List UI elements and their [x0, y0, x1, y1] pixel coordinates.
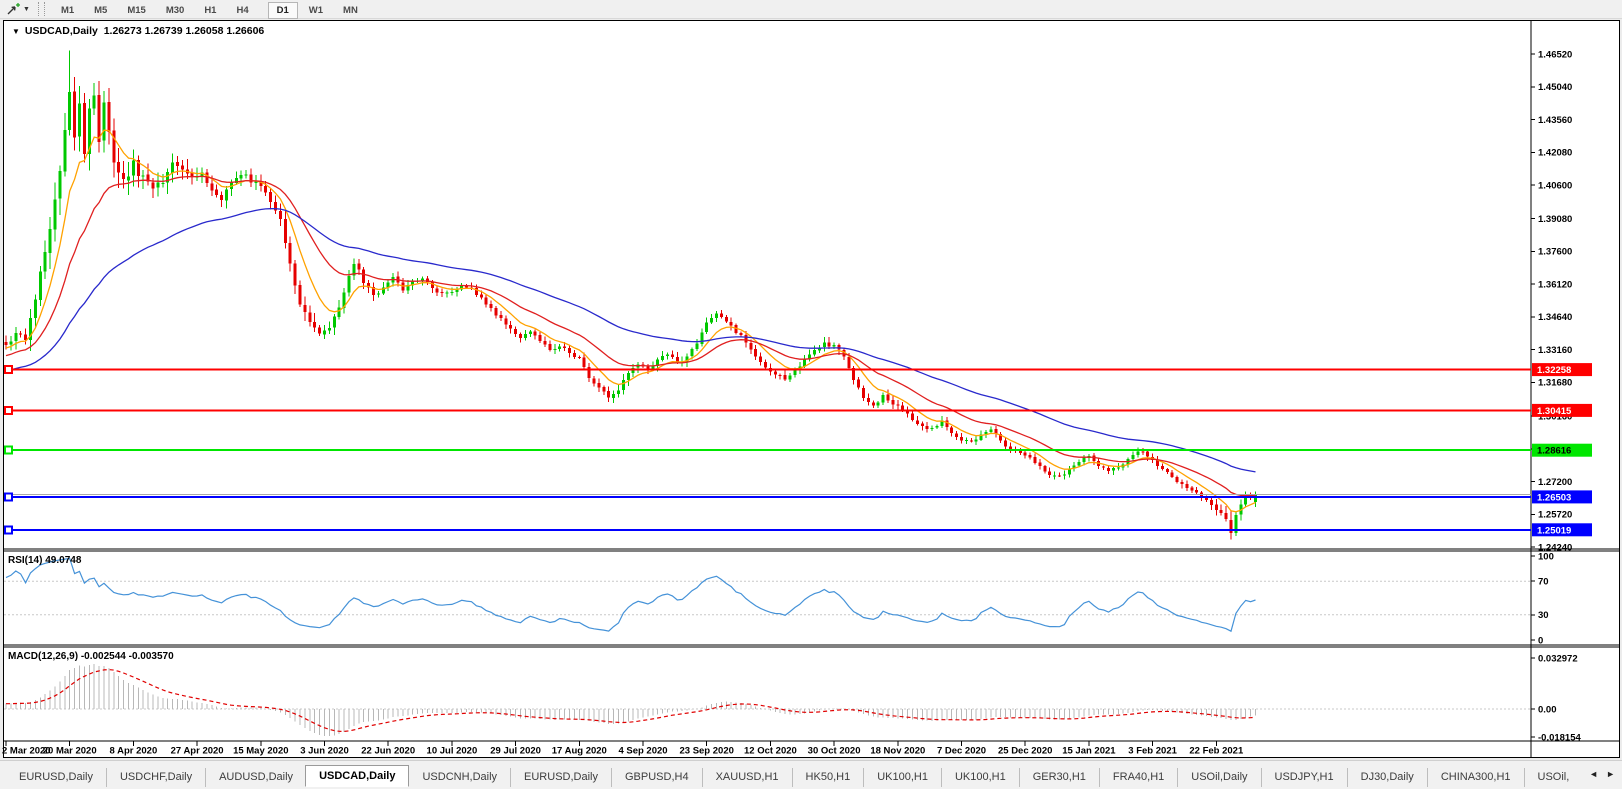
chart-tab-usoil-daily[interactable]: USOil,Daily	[1177, 768, 1260, 787]
chart-canvas: 1.46520 1.45040 1.43560 1.42080 1.40600 1.390…	[2, 20, 1620, 758]
svg-text:1.28616: 1.28616	[1537, 446, 1571, 457]
chart-tab-uk100-h1[interactable]: UK100,H1	[940, 768, 1019, 787]
chart-ohlc-values: 1.26273 1.26739 1.26058 1.26606	[103, 25, 265, 37]
price-axis-label: 1.33160	[1538, 345, 1572, 356]
hline-handle[interactable]	[4, 525, 13, 535]
price-badge-1.30415: 1.30415	[1532, 403, 1592, 417]
chart-tab-bar: EURUSD,Daily USDCHF,Daily AUDUSD,Daily USDC…	[0, 760, 1622, 789]
chart-title-line: ▼ USDCAD,Daily 1.26273 1.26739 1.26058 1.…	[12, 25, 264, 37]
macd-axis-label: -0.018154	[1538, 732, 1582, 743]
date-axis-label: 29 Jul 2020	[490, 746, 541, 757]
chart-tab-usdcnh-daily[interactable]: USDCNH,Daily	[408, 768, 510, 787]
hline-handle[interactable]	[4, 405, 13, 415]
rsi-indicator-label: RSI(14) 49.0748	[8, 555, 81, 566]
hline-handle[interactable]	[4, 492, 13, 502]
macd-current-values: -0.002544 -0.003570	[80, 651, 174, 662]
date-axis-label: 7 Dec 2020	[937, 746, 986, 757]
date-axis-label: 22 Jun 2020	[361, 746, 415, 757]
chart-tab-hk50-h1[interactable]: HK50,H1	[791, 768, 864, 787]
chart-tab-china300-h1[interactable]: CHINA300,H1	[1426, 768, 1524, 787]
price-badge-1.28616: 1.28616	[1532, 443, 1592, 457]
svg-text:1.26503: 1.26503	[1537, 492, 1571, 503]
hline-handle[interactable]	[4, 445, 13, 455]
chart-tabs: EURUSD,Daily USDCHF,Daily AUDUSD,Daily USDC…	[0, 761, 1622, 787]
price-badge-1.26503: 1.26503	[1532, 490, 1592, 504]
tab-scroll-arrows: ◄ ►	[1585, 769, 1619, 779]
price-axis-label: 1.42080	[1538, 148, 1572, 159]
rsi-current-value: 49.0748	[45, 555, 82, 566]
price-axis-label: 1.43560	[1538, 115, 1572, 126]
chart-tab-ger30-h1[interactable]: GER30,H1	[1018, 768, 1099, 787]
price-axis-label: 1.31680	[1538, 378, 1572, 389]
date-axis-label: 20 Mar 2020	[43, 746, 97, 757]
tab-scroll-right-icon[interactable]: ►	[1602, 767, 1619, 781]
macd-name: MACD(12,26,9)	[8, 651, 79, 662]
tab-scroll-left-icon[interactable]: ◄	[1585, 767, 1602, 781]
chart-tab-usdchf-daily[interactable]: USDCHF,Daily	[105, 768, 205, 787]
chart-tab-gbpusd-h4[interactable]: GBPUSD,H4	[611, 768, 702, 787]
price-axis-label: 1.25720	[1538, 510, 1572, 521]
date-axis-label: 3 Feb 2021	[1128, 746, 1177, 757]
price-axis-label: 1.46520	[1538, 49, 1572, 60]
macd-axis-label: 0.00	[1538, 704, 1557, 715]
chart-tab-fra40-h1[interactable]: FRA40,H1	[1098, 768, 1177, 787]
svg-text:1.32258: 1.32258	[1537, 365, 1571, 376]
date-axis-label: 15 Jan 2021	[1062, 746, 1116, 757]
hline-handle[interactable]	[4, 365, 13, 375]
date-axis-label: 12 Oct 2020	[744, 746, 797, 757]
chart-tab-eurusd-daily[interactable]: EURUSD,Daily	[6, 768, 106, 787]
macd-axis-label: 0.032972	[1538, 653, 1578, 664]
date-axis-label: 18 Nov 2020	[870, 746, 925, 757]
date-axis-label: 25 Dec 2020	[998, 746, 1052, 757]
chart-symbol-period: USDCAD,Daily	[24, 25, 98, 37]
rsi-name: RSI(14)	[8, 555, 43, 566]
price-axis-label: 1.45040	[1538, 82, 1572, 93]
date-axis-label: 23 Sep 2020	[679, 746, 733, 757]
chart-window-frame	[3, 20, 1620, 758]
date-axis-label: 15 May 2020	[233, 746, 288, 757]
chart-tab-xauusd-h1[interactable]: XAUUSD,H1	[701, 768, 792, 787]
chart-tab-usdcad-daily[interactable]: USDCAD,Daily	[305, 765, 410, 787]
price-badge-1.32258: 1.32258	[1532, 363, 1592, 377]
macd-indicator-label: MACD(12,26,9) -0.002544 -0.003570	[8, 651, 174, 662]
price-axis-label: 1.39080	[1538, 214, 1572, 225]
svg-text:1.25019: 1.25019	[1537, 525, 1571, 536]
date-axis-label: 27 Apr 2020	[171, 746, 224, 757]
date-axis-label: 10 Jul 2020	[427, 746, 478, 757]
price-badge-1.25019: 1.25019	[1532, 523, 1592, 537]
chart-tab-usdjpy-h1[interactable]: USDJPY,H1	[1260, 768, 1347, 787]
date-axis-label: 4 Sep 2020	[618, 746, 667, 757]
date-axis-label: 3 Jun 2020	[300, 746, 349, 757]
chart-tab-usoil-[interactable]: USOil,	[1523, 768, 1583, 787]
rsi-axis-label: 30	[1538, 610, 1549, 621]
price-axis-label: 1.27200	[1538, 477, 1572, 488]
price-axis-label: 1.36120	[1538, 280, 1572, 291]
price-axis-label: 1.40600	[1538, 180, 1572, 191]
rsi-axis-label: 100	[1538, 551, 1554, 562]
svg-text:1.30415: 1.30415	[1537, 406, 1572, 417]
rsi-axis-label: 0	[1538, 635, 1543, 646]
date-axis-label: 17 Aug 2020	[552, 746, 607, 757]
date-axis-label: 30 Oct 2020	[808, 746, 861, 757]
chart-tab-audusd-daily[interactable]: AUDUSD,Daily	[205, 768, 306, 787]
rsi-axis-label: 70	[1538, 577, 1549, 588]
mt4-workspace: ▼ M1 M5 M15 M30 H1 H4 D1 W1 MN 1.46520 1.45040 1.4…	[0, 0, 1622, 789]
price-axis-label: 1.37600	[1538, 247, 1572, 258]
date-axis-label: 22 Feb 2021	[1189, 746, 1244, 757]
date-axis-label: 8 Apr 2020	[110, 746, 158, 757]
chart-tab-dj30-daily[interactable]: DJ30,Daily	[1346, 768, 1427, 787]
chart-tab-uk100-h1[interactable]: UK100,H1	[863, 768, 941, 787]
chart-tab-eurusd-daily[interactable]: EURUSD,Daily	[510, 768, 611, 787]
price-axis-label: 1.34640	[1538, 312, 1572, 323]
chart-menu-caret[interactable]: ▼	[12, 27, 20, 36]
